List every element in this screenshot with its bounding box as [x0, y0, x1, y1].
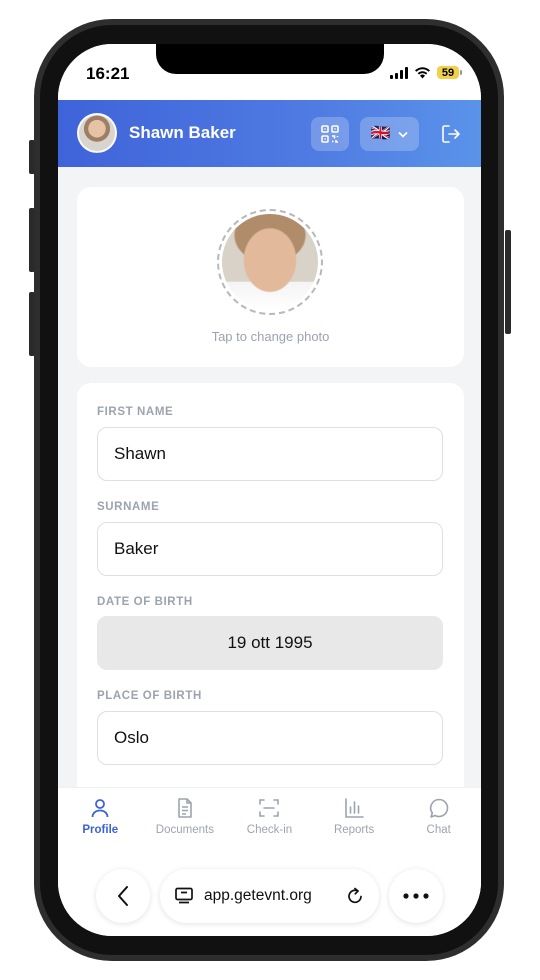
side-button-power — [505, 230, 511, 334]
status-time: 16:21 — [86, 64, 130, 83]
tab-profile-label: Profile — [82, 824, 119, 836]
surname-label: SURNAME — [97, 501, 160, 513]
place-of-birth-label: PLACE OF BIRTH — [97, 690, 202, 702]
side-button-mute — [29, 140, 35, 174]
chevron-down-icon — [398, 131, 409, 138]
profile-content: Tap to change photo FIRST NAME Shawn SUR… — [58, 167, 481, 787]
avatar[interactable] — [77, 113, 117, 153]
date-of-birth-label: DATE OF BIRTH — [97, 596, 193, 608]
address-bar[interactable]: app.getevnt.org — [160, 869, 379, 923]
first-name-label: FIRST NAME — [97, 406, 174, 418]
tab-profile[interactable]: Profile — [58, 788, 143, 854]
language-selector[interactable]: 🇬🇧 — [360, 117, 419, 151]
url-text: app.getevnt.org — [204, 887, 312, 904]
date-of-birth-field[interactable]: 19 ott 1995 — [97, 616, 443, 670]
uk-flag-icon: 🇬🇧 — [370, 125, 391, 142]
side-button-volume-down — [29, 292, 35, 356]
place-of-birth-field[interactable]: Oslo — [97, 711, 443, 765]
scan-icon — [259, 799, 280, 817]
logout-icon — [442, 125, 460, 143]
battery-icon: 59 — [437, 66, 462, 79]
surname-field[interactable]: Baker — [97, 522, 443, 576]
cellular-signal-icon — [390, 66, 408, 79]
page-tabs-icon — [175, 887, 193, 904]
photo-card: Tap to change photo — [77, 187, 464, 367]
wifi-icon — [415, 67, 430, 79]
tab-check-in[interactable]: Check-in — [227, 788, 312, 854]
profile-photo[interactable] — [217, 209, 323, 315]
tab-documents[interactable]: Documents — [143, 788, 228, 854]
qr-code-icon — [321, 125, 339, 143]
profile-form: FIRST NAME Shawn SURNAME Baker DATE OF B… — [77, 383, 464, 787]
app-header: Shawn Baker 🇬🇧 — [58, 100, 481, 167]
screen: 16:21 59 Shawn Baker 🇬🇧 Tap to change ph… — [58, 44, 481, 936]
chat-bubble-icon — [429, 798, 448, 818]
status-icons: 59 — [390, 66, 462, 79]
tab-documents-label: Documents — [155, 824, 214, 836]
bottom-nav: Profile Documents Check-in Reports Chat — [58, 787, 481, 854]
logout-button[interactable] — [434, 117, 468, 151]
more-dots-icon — [403, 893, 429, 899]
photo-hint: Tap to change photo — [211, 329, 330, 344]
browser-more-button[interactable] — [389, 869, 443, 923]
person-icon — [91, 799, 109, 818]
tab-check-in-label: Check-in — [246, 824, 293, 836]
side-button-volume-up — [29, 208, 35, 272]
document-icon — [178, 798, 192, 818]
notch — [156, 44, 384, 74]
qr-code-button[interactable] — [311, 117, 349, 151]
tab-reports[interactable]: Reports — [312, 788, 397, 854]
first-name-field[interactable]: Shawn — [97, 427, 443, 481]
tab-chat[interactable]: Chat — [396, 788, 481, 854]
profile-photo-image — [222, 214, 318, 310]
reload-icon[interactable] — [345, 886, 365, 906]
user-name: Shawn Baker — [129, 123, 236, 142]
browser-toolbar: app.getevnt.org — [58, 853, 481, 936]
bar-chart-icon — [345, 798, 364, 818]
chevron-left-icon — [118, 886, 128, 906]
tab-chat-label: Chat — [426, 824, 451, 836]
tab-reports-label: Reports — [333, 824, 375, 836]
browser-back-button[interactable] — [96, 869, 150, 923]
